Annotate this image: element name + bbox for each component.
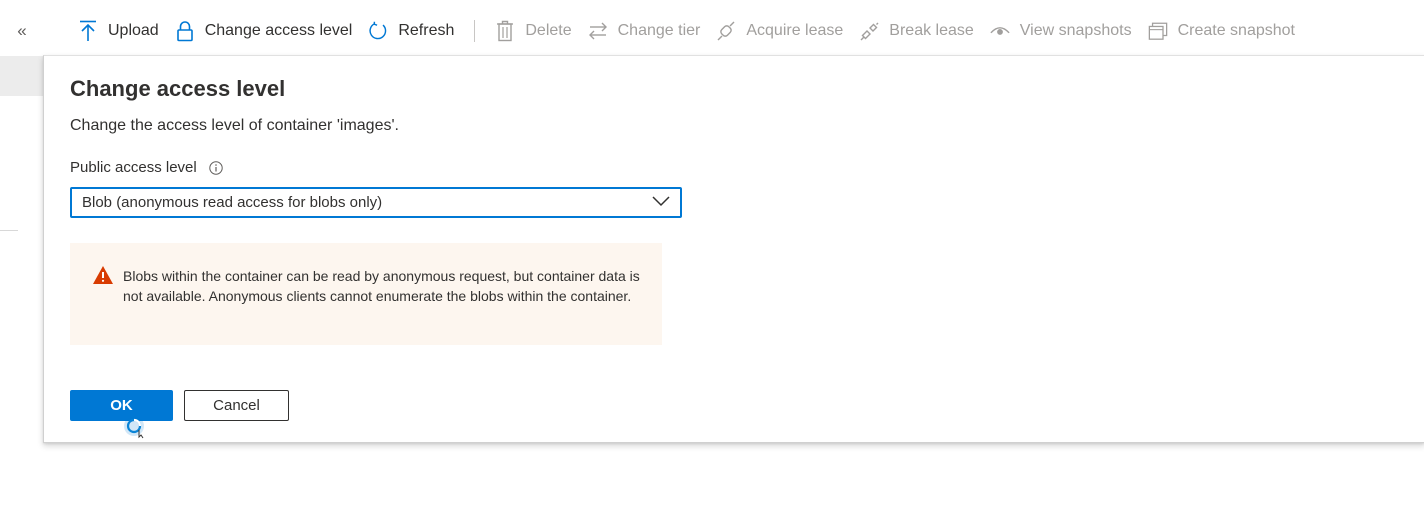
swap-arrows-icon [588, 19, 608, 43]
collapse-sidebar-button[interactable]: « [14, 20, 30, 42]
upload-label: Upload [108, 22, 159, 39]
broken-link-icon [859, 19, 879, 43]
dialog-title: Change access level [70, 76, 286, 101]
link-icon [716, 19, 736, 43]
create-snapshot-button[interactable]: Create snapshot [1140, 14, 1303, 48]
command-bar: Upload Change access level Refresh Delet… [70, 14, 1303, 48]
change-access-level-dialog: Change access level Change the access le… [43, 55, 1424, 443]
toolbar-separator [474, 20, 476, 42]
chevron-down-icon [652, 194, 670, 211]
view-snapshots-button[interactable]: View snapshots [982, 14, 1140, 48]
refresh-icon [368, 19, 388, 43]
create-snapshot-label: Create snapshot [1177, 22, 1295, 39]
delete-button[interactable]: Delete [487, 14, 579, 48]
change-tier-label: Change tier [617, 22, 701, 39]
change-access-level-button[interactable]: Change access level [167, 14, 361, 48]
change-tier-button[interactable]: Change tier [580, 14, 709, 48]
left-panel-selected-row [0, 56, 44, 96]
public-access-level-label: Public access level [70, 159, 197, 176]
trash-icon [495, 19, 515, 43]
refresh-label: Refresh [398, 22, 455, 39]
eye-icon [990, 19, 1010, 43]
warning-icon [92, 265, 114, 285]
upload-icon [78, 19, 98, 43]
busy-cursor-icon [121, 413, 147, 439]
refresh-button[interactable]: Refresh [360, 14, 462, 48]
public-access-level-label-row: Public access level [70, 159, 223, 176]
view-snapshots-label: View snapshots [1019, 22, 1132, 39]
info-icon[interactable] [209, 160, 223, 175]
lock-icon [175, 19, 195, 43]
dropdown-selected-value: Blob (anonymous read access for blobs on… [82, 194, 383, 211]
left-panel-divider [0, 230, 18, 231]
break-lease-button[interactable]: Break lease [851, 14, 982, 48]
delete-label: Delete [525, 22, 572, 39]
acquire-lease-button[interactable]: Acquire lease [708, 14, 851, 48]
change-access-level-label: Change access level [204, 22, 353, 39]
dialog-description: Change the access level of container 'im… [70, 117, 399, 134]
warning-message-bar: Blobs within the container can be read b… [70, 243, 662, 345]
public-access-level-dropdown[interactable]: Blob (anonymous read access for blobs on… [70, 187, 682, 218]
break-lease-label: Break lease [889, 22, 974, 39]
upload-button[interactable]: Upload [70, 14, 167, 48]
acquire-lease-label: Acquire lease [746, 22, 844, 39]
cancel-button[interactable]: Cancel [184, 390, 289, 421]
warning-text: Blobs within the container can be read b… [123, 268, 640, 304]
snapshot-icon [1148, 19, 1168, 43]
